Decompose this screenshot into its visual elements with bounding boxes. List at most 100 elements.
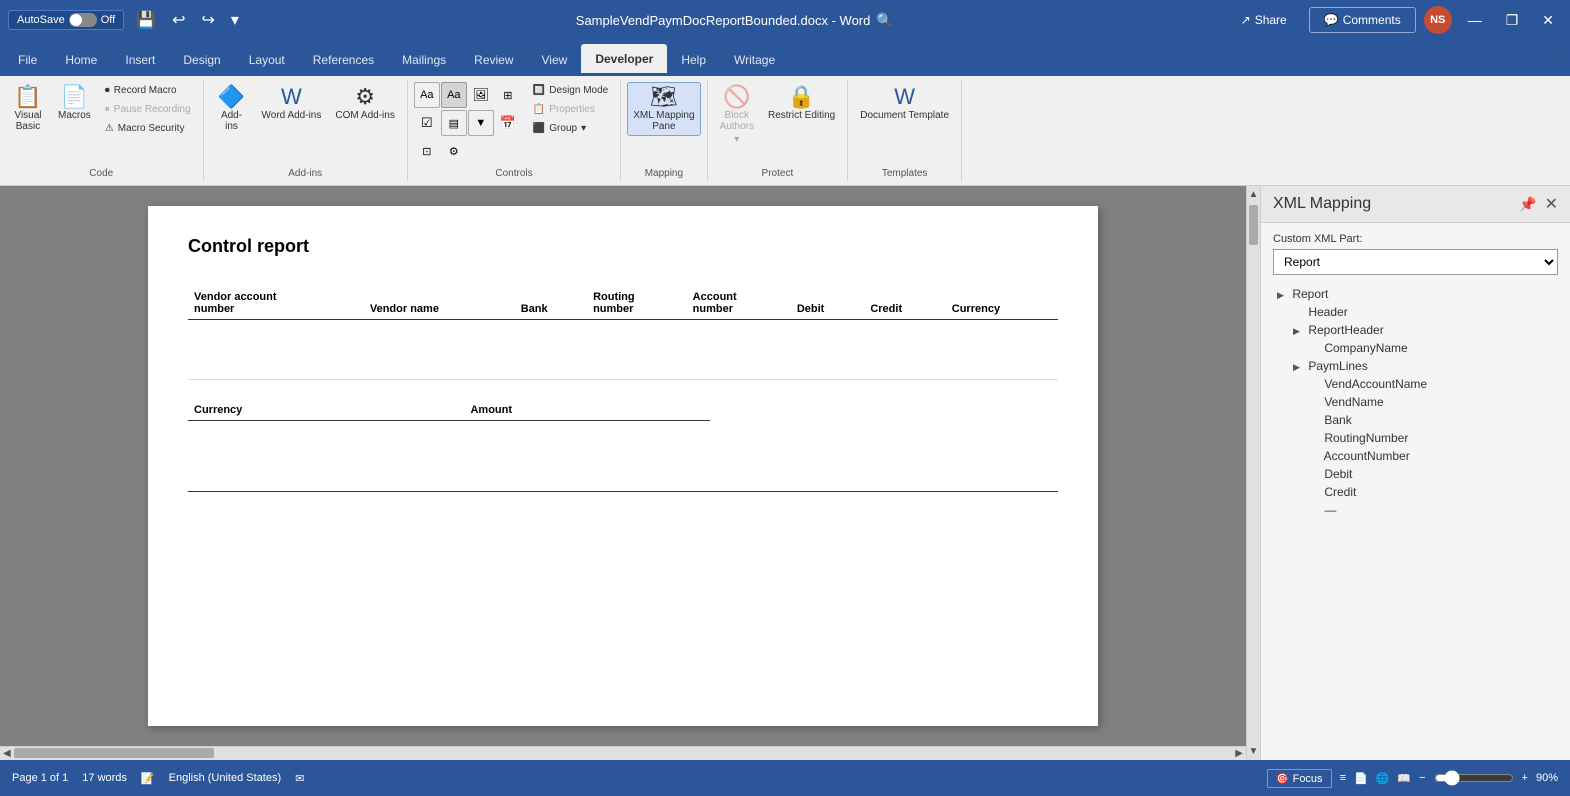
building-blocks-control[interactable]: ⊞ [495,82,521,108]
scroll-thumb[interactable] [1249,205,1258,245]
macro-security-button[interactable]: ⚠ Macro Security [99,120,197,137]
view-draft-icon[interactable]: ≡ [1340,772,1346,784]
document-template-button[interactable]: W Document Template [854,82,955,125]
xml-tree-item-debit[interactable]: Debit [1273,465,1558,483]
user-avatar[interactable]: NS [1424,6,1452,34]
addins-group-label: Add-ins [210,166,401,179]
scroll-up-arrow[interactable]: ▲ [1247,186,1260,203]
record-macro-button[interactable]: ⏺ Record Macro [99,82,197,99]
focus-icon: 🎯 [1276,773,1290,785]
tab-home[interactable]: Home [51,44,111,76]
tab-help[interactable]: Help [667,44,720,76]
zoom-in-icon[interactable]: + [1522,772,1528,784]
hscroll-thumb[interactable] [14,748,214,758]
xml-mapping-pane-button[interactable]: 🗺 XML MappingPane [627,82,700,136]
xml-tree-item-more[interactable]: — [1273,501,1558,519]
hscroll-track[interactable] [14,747,1233,760]
ribbon-group-addins: 🔷 Add-ins W Word Add-ins ⚙ COM Add-ins A… [204,80,408,181]
combo-box-control[interactable]: ▤ [441,110,467,136]
xml-tree-item-companyname[interactable]: CompanyName [1273,339,1558,357]
tab-layout[interactable]: Layout [235,44,299,76]
visual-basic-icon: 📋 [14,86,41,108]
word-addins-label: Word Add-ins [262,110,322,121]
visual-basic-button[interactable]: 📋 VisualBasic [6,82,50,136]
autosave-control[interactable]: AutoSave Off [8,10,124,30]
drop-down-control[interactable]: ▼ [468,110,494,136]
warning-icon: ⚠ [105,123,114,134]
horizontal-scrollbar[interactable]: ◀ ▶ [0,746,1246,760]
block-authors-button[interactable]: 🚫 BlockAuthors ▾ [714,82,760,149]
restore-button[interactable]: ❐ [1498,8,1527,33]
controls-row1: Aa Aa 🖼 ⊞ [414,82,521,108]
undo-button[interactable]: ↩ [168,8,189,32]
search-icon[interactable]: 🔍 [876,12,893,29]
redo-button[interactable]: ↪ [198,8,219,32]
legacy-tools-control[interactable]: ⊡ [414,138,440,164]
view-read-icon[interactable]: 📖 [1397,772,1411,785]
share-button[interactable]: ↗ Share [1227,8,1301,32]
xml-tree-item-header[interactable]: Header [1273,303,1558,321]
scroll-left-arrow[interactable]: ◀ [0,748,14,759]
xml-panel-close-button[interactable]: ✕ [1545,194,1558,214]
tab-writage[interactable]: Writage [720,44,789,76]
word-addins-button[interactable]: W Word Add-ins [256,82,328,125]
customize-button[interactable]: ▾ [227,8,243,32]
xml-tree-item-reportheader[interactable]: ReportHeader [1273,321,1558,339]
macros-button[interactable]: 📄 Macros [52,82,97,125]
xml-tree-item-accountnumber[interactable]: AccountNumber [1273,447,1558,465]
focus-label: Focus [1293,773,1323,785]
col-vendor-name: Vendor name [364,287,515,320]
restrict-editing-button[interactable]: 🔒 Restrict Editing [762,82,841,125]
tab-design[interactable]: Design [169,44,234,76]
xml-tree-item-routingnumber[interactable]: RoutingNumber [1273,429,1558,447]
xml-part-select[interactable]: Report [1273,249,1558,275]
rich-text-control[interactable]: Aa [441,82,467,108]
com-addins-button[interactable]: ⚙ COM Add-ins [329,82,400,125]
group-button[interactable]: ⬛ Group ▾ [527,120,614,137]
minimize-button[interactable]: — [1460,8,1490,32]
autosave-toggle[interactable] [69,13,97,27]
checkbox-control[interactable]: ☑ [414,110,440,136]
zoom-slider[interactable] [1434,770,1514,786]
tab-references[interactable]: References [299,44,388,76]
design-mode-button[interactable]: 🔲 Design Mode [527,82,614,99]
tab-developer[interactable]: Developer [581,44,667,76]
doc-page: Control report Vendor accountnumber Vend… [148,206,1098,726]
tab-review[interactable]: Review [460,44,527,76]
xml-tree-item-bank[interactable]: Bank [1273,411,1558,429]
zoom-out-icon[interactable]: − [1419,772,1425,784]
xml-panel-pin[interactable]: 📌 [1519,196,1536,213]
tab-view[interactable]: View [528,44,582,76]
xml-tree-item-credit[interactable]: Credit [1273,483,1558,501]
xml-tree-item-report[interactable]: Report [1273,285,1558,303]
view-print-icon[interactable]: 📄 [1354,772,1368,785]
date-picker-control[interactable]: 📅 [495,110,521,136]
col-vendor-account: Vendor accountnumber [188,287,364,320]
comments-label: Comments [1343,13,1401,27]
control-properties-btn2[interactable]: ⚙ [441,138,467,164]
properties-label: Properties [549,104,595,115]
addins-icon: 🔷 [218,86,245,108]
document-canvas: Control report Vendor accountnumber Vend… [0,186,1246,760]
tab-insert[interactable]: Insert [111,44,169,76]
xml-tree-item-paymlines[interactable]: PaymLines [1273,357,1558,375]
focus-button[interactable]: 🎯 Focus [1267,769,1332,788]
text-content-control[interactable]: Aa [414,82,440,108]
scroll-right-arrow[interactable]: ▶ [1232,748,1246,759]
pause-recording-button[interactable]: ⏸ Pause Recording [99,101,197,118]
view-web-icon[interactable]: 🌐 [1376,772,1390,785]
xml-tree-item-vendaccountname[interactable]: VendAccountName [1273,375,1558,393]
image-control[interactable]: 🖼 [468,82,494,108]
tab-mailings[interactable]: Mailings [388,44,460,76]
close-button[interactable]: ✕ [1534,8,1562,33]
ribbon-minimize-icon[interactable]: ⌃ [1544,49,1566,67]
scroll-down-arrow[interactable]: ▼ [1247,743,1260,760]
tab-file[interactable]: File [4,44,51,76]
macros-label: Macros [58,110,91,121]
vertical-scrollbar[interactable]: ▲ ▼ [1246,186,1260,760]
save-button[interactable]: 💾 [132,8,160,32]
addins-button[interactable]: 🔷 Add-ins [210,82,254,136]
properties-button[interactable]: 📋 Properties [527,101,614,118]
xml-tree-item-vendname[interactable]: VendName [1273,393,1558,411]
comments-button[interactable]: 💬 Comments [1309,7,1416,33]
